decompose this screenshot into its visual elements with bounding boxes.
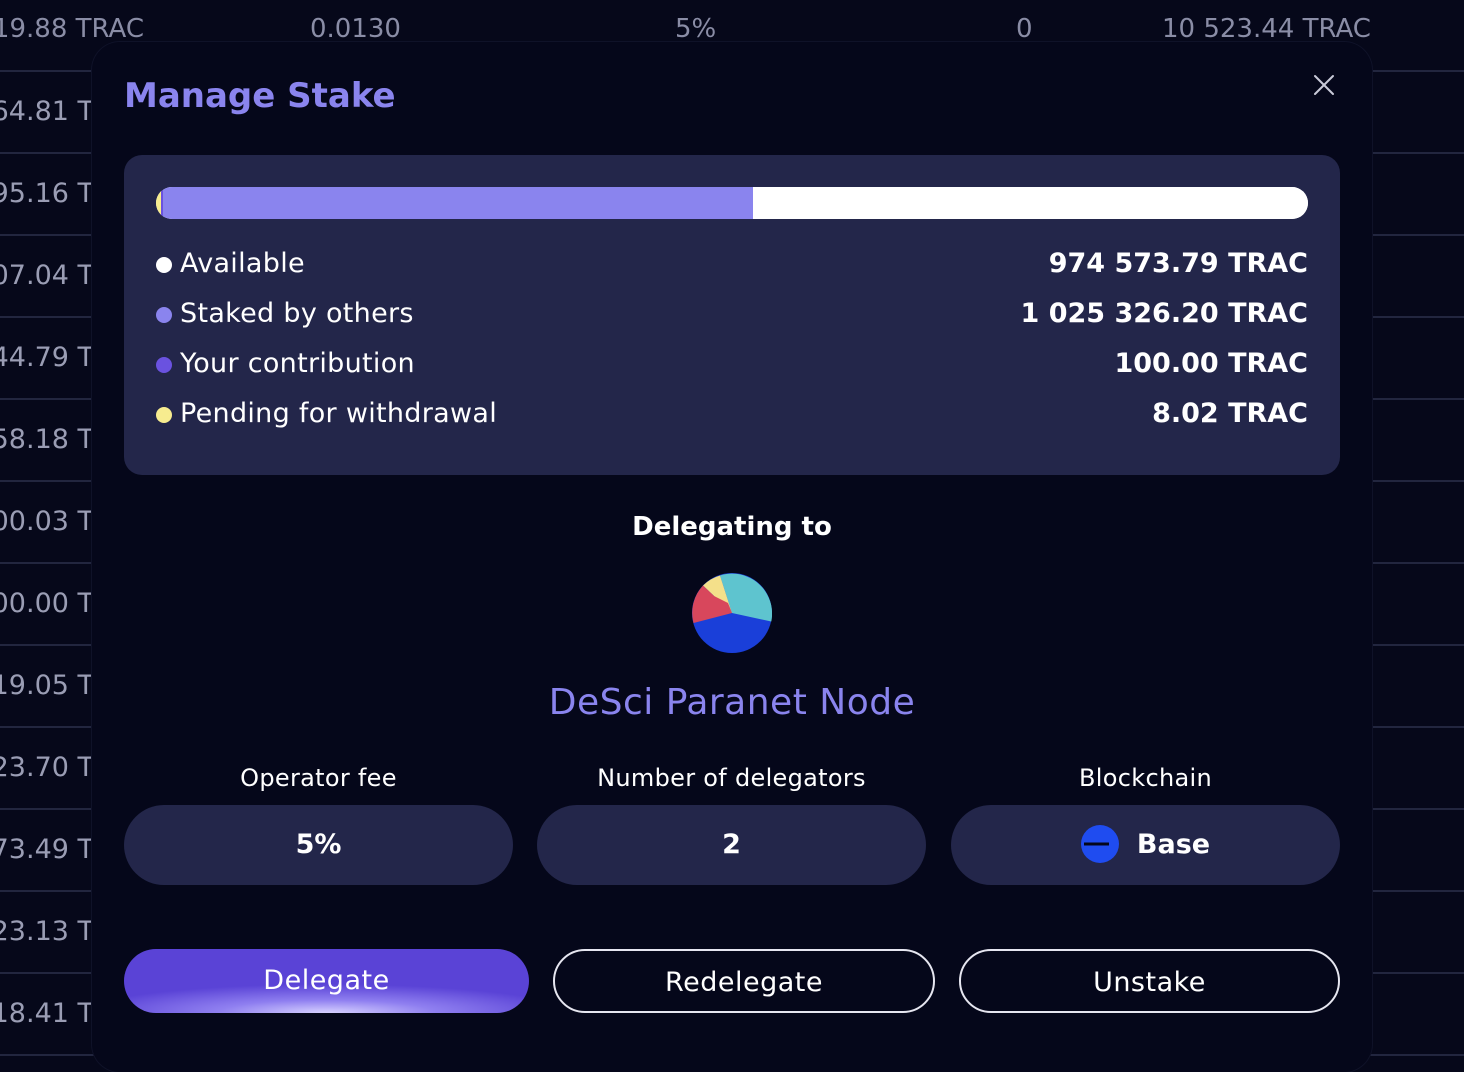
- blockchain-value: Base: [1136, 828, 1211, 860]
- background-cell: 64.81 T: [0, 96, 94, 127]
- legend-row-staked-by-others: Staked by others 1 025 326.20 TRAC: [156, 295, 1308, 335]
- close-button[interactable]: [1309, 70, 1339, 100]
- blockchain-pill: Base: [951, 805, 1340, 885]
- background-cell: 07.04 T: [0, 260, 94, 291]
- legend-value: 974 573.79 TRAC: [1048, 248, 1308, 279]
- close-icon: [1314, 75, 1334, 95]
- stake-bar-segment: [753, 187, 1308, 219]
- legend-row-pending-withdrawal: Pending for withdrawal 8.02 TRAC: [156, 395, 1308, 435]
- stake-distribution-bar: [156, 187, 1308, 219]
- background-cell: 18.41 T: [0, 998, 94, 1029]
- legend-label: Staked by others: [180, 298, 414, 329]
- node-avatar-pie-icon: [692, 573, 773, 653]
- operator-fee-label: Operator fee: [240, 764, 397, 792]
- operator-fee-pill: 5%: [124, 805, 513, 885]
- background-cell: 10 523.44 TRAC: [1162, 14, 1371, 44]
- blockchain-value-wrap: Base: [951, 825, 1340, 865]
- background-cell: 23.70 T: [0, 752, 94, 783]
- unstake-button[interactable]: Unstake: [959, 949, 1340, 1013]
- background-cell: 73.49 T: [0, 834, 94, 865]
- background-cell: 23.13 T: [0, 916, 94, 947]
- delegators-value: 2: [722, 829, 741, 860]
- legend-row-your-contribution: Your contribution 100.00 TRAC: [156, 345, 1308, 385]
- legend-row-available: Available 974 573.79 TRAC: [156, 245, 1308, 285]
- node-avatar: [692, 573, 773, 653]
- operator-fee-value: 5%: [295, 829, 342, 860]
- modal-title: Manage Stake: [124, 76, 396, 116]
- delegators-pill: 2: [537, 805, 926, 885]
- background-cell: 00.00 T: [0, 588, 94, 619]
- legend-value: 8.02 TRAC: [1152, 398, 1308, 429]
- background-cell: 58.18 T: [0, 424, 94, 455]
- background-cell: 5%: [675, 14, 717, 44]
- legend-label: Available: [180, 248, 305, 279]
- legend-label: Your contribution: [180, 348, 415, 379]
- legend-dot-staked-by-others: [156, 307, 172, 323]
- background-cell: 95.16 T: [0, 178, 94, 209]
- legend-dot-pending-withdrawal: [156, 407, 172, 423]
- delegate-button[interactable]: Delegate: [124, 949, 529, 1013]
- legend-value: 1 025 326.20 TRAC: [1020, 298, 1308, 329]
- background-cell: 44.79 T: [0, 342, 94, 373]
- legend-label: Pending for withdrawal: [180, 398, 498, 429]
- background-cell: 0: [1016, 14, 1033, 44]
- background-cell: 19.05 T: [0, 670, 94, 701]
- background-cell: 19.88 TRAC: [0, 14, 144, 44]
- stake-bar-segment: [163, 187, 754, 219]
- legend-value: 100.00 TRAC: [1114, 348, 1308, 379]
- delegating-to-label: Delegating to: [632, 512, 832, 542]
- legend-dot-your-contribution: [156, 357, 172, 373]
- node-name[interactable]: DeSci Paranet Node: [92, 682, 1372, 723]
- base-chain-icon: [1080, 825, 1119, 863]
- background-cell: 0.0130: [310, 14, 401, 44]
- legend-dot-available: [156, 257, 172, 273]
- manage-stake-modal: Manage Stake Available 974 573.79 TRAC S…: [92, 42, 1372, 1072]
- delegators-label: Number of delegators: [597, 764, 866, 792]
- background-cell: 00.03 T: [0, 506, 94, 537]
- redelegate-button[interactable]: Redelegate: [553, 949, 935, 1013]
- blockchain-label: Blockchain: [1079, 764, 1212, 792]
- stake-summary-card: Available 974 573.79 TRAC Staked by othe…: [124, 155, 1340, 475]
